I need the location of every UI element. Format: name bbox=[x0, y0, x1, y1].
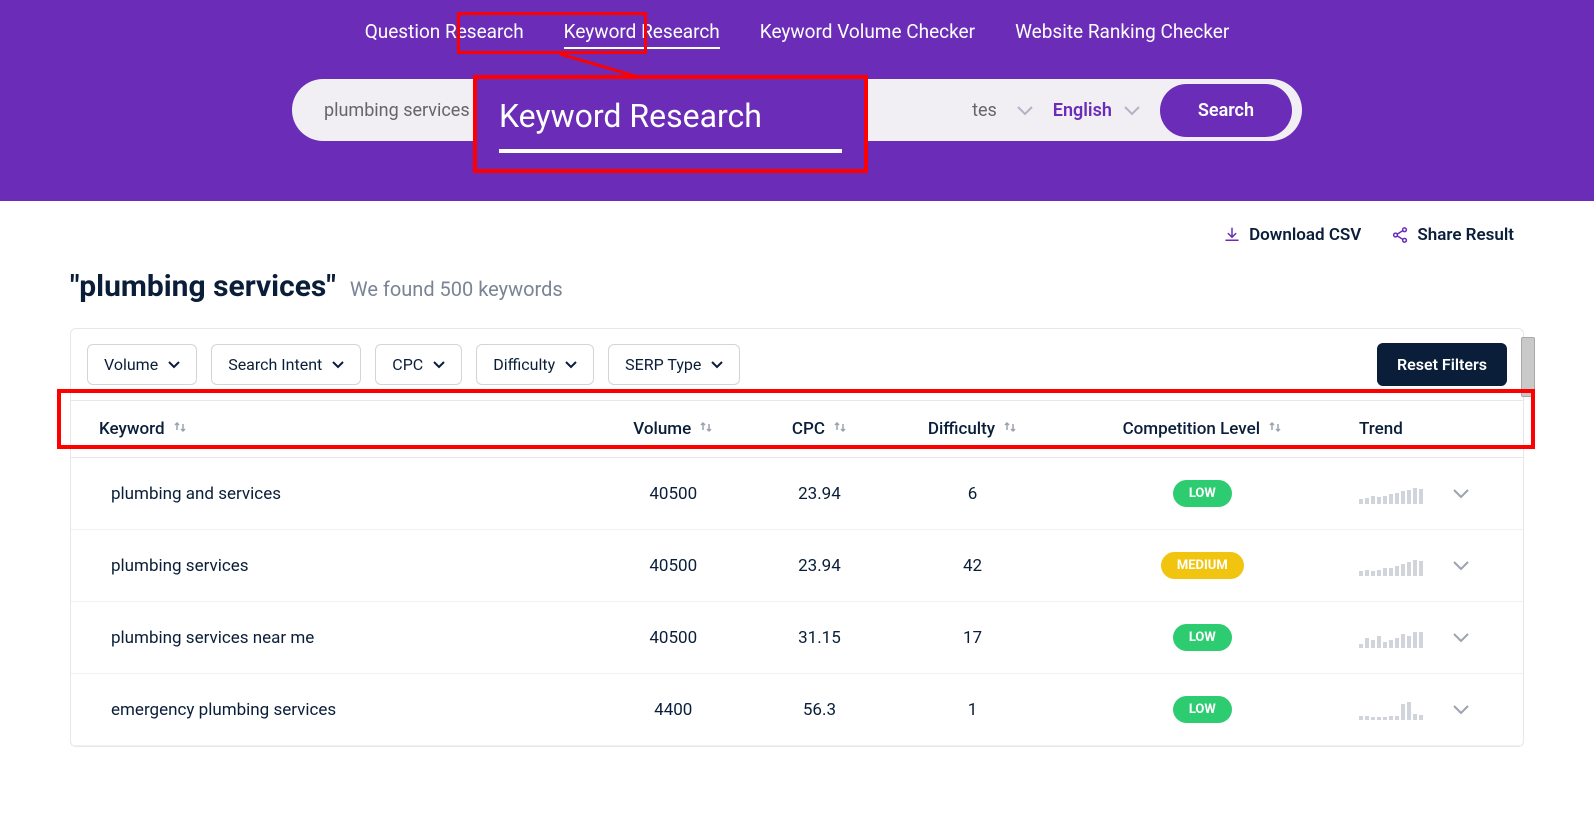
chevron-down-icon bbox=[565, 361, 577, 369]
cell-difficulty: 1 bbox=[883, 674, 1061, 746]
nav-tab-0[interactable]: Question Research bbox=[365, 20, 524, 49]
col-difficulty[interactable]: Difficulty bbox=[883, 401, 1061, 458]
filter-volume[interactable]: Volume bbox=[87, 344, 197, 385]
filter-search-intent[interactable]: Search Intent bbox=[211, 344, 361, 385]
reset-filters-button[interactable]: Reset Filters bbox=[1377, 343, 1507, 386]
cell-competition: MEDIUM bbox=[1062, 530, 1343, 602]
nav-tab-2[interactable]: Keyword Volume Checker bbox=[760, 20, 975, 49]
col-volume[interactable]: Volume bbox=[591, 401, 756, 458]
expand-row-chevron[interactable] bbox=[1453, 700, 1469, 720]
filter-serp-type[interactable]: SERP Type bbox=[608, 344, 740, 385]
annotation-callout-box: Keyword Research bbox=[473, 75, 868, 173]
cell-trend bbox=[1343, 602, 1523, 674]
col-competition[interactable]: Competition Level bbox=[1062, 401, 1343, 458]
filter-difficulty-label: Difficulty bbox=[493, 355, 555, 374]
results-subtitle: We found 500 keywords bbox=[350, 277, 563, 301]
cell-competition: LOW bbox=[1062, 602, 1343, 674]
chevron-down-icon bbox=[711, 361, 723, 369]
cell-volume: 40500 bbox=[591, 602, 756, 674]
sort-icon bbox=[1003, 419, 1017, 439]
cell-keyword: plumbing services near me bbox=[71, 602, 591, 674]
chevron-down-icon[interactable] bbox=[1017, 101, 1033, 120]
filter-search-intent-label: Search Intent bbox=[228, 355, 322, 374]
cell-competition: LOW bbox=[1062, 674, 1343, 746]
cell-difficulty: 42 bbox=[883, 530, 1061, 602]
language-select[interactable]: English bbox=[1053, 100, 1140, 121]
cell-trend bbox=[1343, 530, 1523, 602]
chevron-down-icon bbox=[168, 361, 180, 369]
filters-row: Volume Search Intent CPC Difficulty SERP… bbox=[71, 329, 1523, 401]
filter-difficulty[interactable]: Difficulty bbox=[476, 344, 594, 385]
col-keyword[interactable]: Keyword bbox=[71, 401, 591, 458]
nav-tabs: Question Research Keyword Research Keyword… bbox=[0, 20, 1594, 49]
download-csv-link[interactable]: Download CSV bbox=[1223, 225, 1361, 245]
results-table: Keyword Volume CPC Difficulty Competitio… bbox=[71, 401, 1523, 746]
cell-cpc: 23.94 bbox=[756, 530, 884, 602]
competition-badge: LOW bbox=[1173, 480, 1232, 507]
cell-keyword: plumbing services bbox=[71, 530, 591, 602]
cell-difficulty: 6 bbox=[883, 458, 1061, 530]
chevron-down-icon bbox=[1124, 100, 1140, 121]
cell-cpc: 23.94 bbox=[756, 458, 884, 530]
expand-row-chevron[interactable] bbox=[1453, 484, 1469, 504]
sort-icon bbox=[1268, 419, 1282, 439]
trend-sparkline bbox=[1359, 700, 1423, 720]
share-icon bbox=[1391, 226, 1409, 244]
trend-sparkline bbox=[1359, 628, 1423, 648]
sort-icon bbox=[699, 419, 713, 439]
col-trend: Trend bbox=[1343, 401, 1523, 458]
competition-badge: LOW bbox=[1173, 696, 1232, 723]
expand-row-chevron[interactable] bbox=[1453, 556, 1469, 576]
download-icon bbox=[1223, 226, 1241, 244]
cell-cpc: 31.15 bbox=[756, 602, 884, 674]
table-body: plumbing and services4050023.946LOWplumb… bbox=[71, 458, 1523, 746]
trend-sparkline bbox=[1359, 484, 1423, 504]
cell-volume: 40500 bbox=[591, 458, 756, 530]
filter-volume-label: Volume bbox=[104, 355, 158, 374]
cell-competition: LOW bbox=[1062, 458, 1343, 530]
filter-cpc-label: CPC bbox=[392, 355, 423, 374]
chevron-down-icon bbox=[433, 361, 445, 369]
col-cpc[interactable]: CPC bbox=[756, 401, 884, 458]
annotation-callout-title: Keyword Research bbox=[499, 97, 842, 153]
nav-tab-3[interactable]: Website Ranking Checker bbox=[1015, 20, 1229, 49]
download-csv-label: Download CSV bbox=[1249, 225, 1361, 245]
chevron-down-icon bbox=[332, 361, 344, 369]
filter-cpc[interactable]: CPC bbox=[375, 344, 462, 385]
cell-difficulty: 17 bbox=[883, 602, 1061, 674]
cell-cpc: 56.3 bbox=[756, 674, 884, 746]
cell-keyword: plumbing and services bbox=[71, 458, 591, 530]
cell-trend bbox=[1343, 458, 1523, 530]
share-result-link[interactable]: Share Result bbox=[1391, 225, 1514, 245]
header: Question Research Keyword Research Keyword… bbox=[0, 0, 1594, 201]
country-visible-suffix: tes bbox=[972, 100, 997, 121]
results-query: "plumbing services" bbox=[70, 269, 336, 304]
results-title: "plumbing services" We found 500 keyword… bbox=[0, 269, 1594, 328]
table-row: plumbing services4050023.9442 MEDIUM bbox=[71, 530, 1523, 602]
trend-sparkline bbox=[1359, 556, 1423, 576]
language-label: English bbox=[1053, 100, 1112, 121]
actions-row: Download CSV Share Result bbox=[0, 201, 1594, 269]
expand-row-chevron[interactable] bbox=[1453, 628, 1469, 648]
sort-icon bbox=[833, 419, 847, 439]
search-button[interactable]: Search bbox=[1160, 84, 1292, 137]
filter-serp-type-label: SERP Type bbox=[625, 355, 701, 374]
scrollbar[interactable] bbox=[1521, 337, 1535, 397]
table-container: Volume Search Intent CPC Difficulty SERP… bbox=[70, 328, 1524, 747]
sort-icon bbox=[173, 419, 187, 439]
table-row: emergency plumbing services440056.31 LOW bbox=[71, 674, 1523, 746]
competition-badge: LOW bbox=[1173, 624, 1232, 651]
cell-volume: 40500 bbox=[591, 530, 756, 602]
competition-badge: MEDIUM bbox=[1161, 552, 1244, 579]
table-row: plumbing and services4050023.946 LOW bbox=[71, 458, 1523, 530]
table-row: plumbing services near me4050031.1517 LOW bbox=[71, 602, 1523, 674]
cell-volume: 4400 bbox=[591, 674, 756, 746]
cell-trend bbox=[1343, 674, 1523, 746]
share-result-label: Share Result bbox=[1417, 225, 1514, 245]
nav-tab-1[interactable]: Keyword Research bbox=[564, 20, 720, 49]
cell-keyword: emergency plumbing services bbox=[71, 674, 591, 746]
